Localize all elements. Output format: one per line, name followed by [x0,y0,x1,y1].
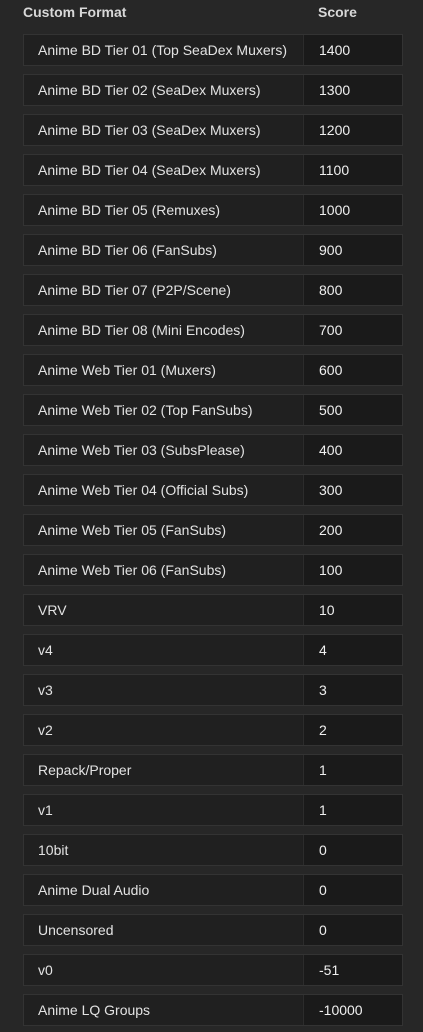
custom-format-name: v0 [24,955,302,985]
custom-format-name: Anime Web Tier 03 (SubsPlease) [24,435,302,465]
table-body: Anime BD Tier 01 (Top SeaDex Muxers) 1400… [23,34,403,1032]
table-row: v2 2 [23,714,403,746]
table-row: Anime BD Tier 03 (SeaDex Muxers) 1200 [23,114,403,146]
score-input[interactable]: 100 [303,555,402,585]
custom-format-name: Anime Web Tier 06 (FanSubs) [24,555,302,585]
custom-format-name: Anime Web Tier 05 (FanSubs) [24,515,302,545]
table-row: Anime BD Tier 05 (Remuxes) 1000 [23,194,403,226]
custom-format-name: v4 [24,635,302,665]
score-input[interactable]: 4 [303,635,402,665]
table-row: Anime LQ Groups -10000 [23,994,403,1026]
table-row: v4 4 [23,634,403,666]
table-row: VRV 10 [23,594,403,626]
table-row: Anime BD Tier 02 (SeaDex Muxers) 1300 [23,74,403,106]
table-row: Anime BD Tier 07 (P2P/Scene) 800 [23,274,403,306]
custom-format-name: Anime Web Tier 04 (Official Subs) [24,475,302,505]
custom-format-name: v2 [24,715,302,745]
custom-format-column-header: Custom Format [23,4,127,20]
score-input[interactable]: 3 [303,675,402,705]
score-input[interactable]: 0 [303,915,402,945]
score-input[interactable]: 1100 [303,155,402,185]
custom-format-name: Uncensored [24,915,302,945]
table-row: Anime Web Tier 01 (Muxers) 600 [23,354,403,386]
custom-format-name: v1 [24,795,302,825]
custom-format-name: Repack/Proper [24,755,302,785]
score-input[interactable]: 0 [303,835,402,865]
custom-format-name: 10bit [24,835,302,865]
custom-format-name: Anime BD Tier 07 (P2P/Scene) [24,275,302,305]
score-input[interactable]: 0 [303,875,402,905]
score-input[interactable]: 800 [303,275,402,305]
score-input[interactable]: 600 [303,355,402,385]
custom-format-name: v3 [24,675,302,705]
table-row: Anime Web Tier 03 (SubsPlease) 400 [23,434,403,466]
custom-format-name: Anime Web Tier 01 (Muxers) [24,355,302,385]
custom-format-name: Anime BD Tier 03 (SeaDex Muxers) [24,115,302,145]
table-row: v0 -51 [23,954,403,986]
custom-format-name: Anime BD Tier 08 (Mini Encodes) [24,315,302,345]
table-row: 10bit 0 [23,834,403,866]
table-row: Anime Web Tier 05 (FanSubs) 200 [23,514,403,546]
score-input[interactable]: 1200 [303,115,402,145]
table-row: v3 3 [23,674,403,706]
table-row: Anime Web Tier 02 (Top FanSubs) 500 [23,394,403,426]
score-column-header: Score [318,4,357,20]
custom-format-name: VRV [24,595,302,625]
table-row: Anime BD Tier 06 (FanSubs) 900 [23,234,403,266]
custom-format-name: Anime BD Tier 02 (SeaDex Muxers) [24,75,302,105]
custom-format-name: Anime BD Tier 06 (FanSubs) [24,235,302,265]
table-row: Anime Web Tier 06 (FanSubs) 100 [23,554,403,586]
score-input[interactable]: 1300 [303,75,402,105]
table-row: Anime Dual Audio 0 [23,874,403,906]
custom-format-name: Anime BD Tier 01 (Top SeaDex Muxers) [24,35,302,65]
score-input[interactable]: -10000 [303,995,402,1025]
custom-format-name: Anime BD Tier 04 (SeaDex Muxers) [24,155,302,185]
score-input[interactable]: 10 [303,595,402,625]
score-input[interactable]: 1000 [303,195,402,225]
score-input[interactable]: 200 [303,515,402,545]
table-row: Uncensored 0 [23,914,403,946]
table-row: v1 1 [23,794,403,826]
custom-format-name: Anime LQ Groups [24,995,302,1025]
score-input[interactable]: 300 [303,475,402,505]
custom-format-name: Anime Web Tier 02 (Top FanSubs) [24,395,302,425]
score-input[interactable]: 1 [303,755,402,785]
custom-format-name: Anime Dual Audio [24,875,302,905]
custom-format-name: Anime BD Tier 05 (Remuxes) [24,195,302,225]
score-input[interactable]: -51 [303,955,402,985]
score-input[interactable]: 500 [303,395,402,425]
score-input[interactable]: 900 [303,235,402,265]
table-row: Anime BD Tier 08 (Mini Encodes) 700 [23,314,403,346]
score-input[interactable]: 1 [303,795,402,825]
custom-format-score-table: Custom Format Score Anime BD Tier 01 (To… [0,0,423,1032]
score-input[interactable]: 2 [303,715,402,745]
score-input[interactable]: 1400 [303,35,402,65]
table-row: Anime BD Tier 01 (Top SeaDex Muxers) 1400 [23,34,403,66]
table-row: Anime Web Tier 04 (Official Subs) 300 [23,474,403,506]
score-input[interactable]: 700 [303,315,402,345]
score-input[interactable]: 400 [303,435,402,465]
table-row: Repack/Proper 1 [23,754,403,786]
table-row: Anime BD Tier 04 (SeaDex Muxers) 1100 [23,154,403,186]
table-header: Custom Format Score [0,0,423,26]
